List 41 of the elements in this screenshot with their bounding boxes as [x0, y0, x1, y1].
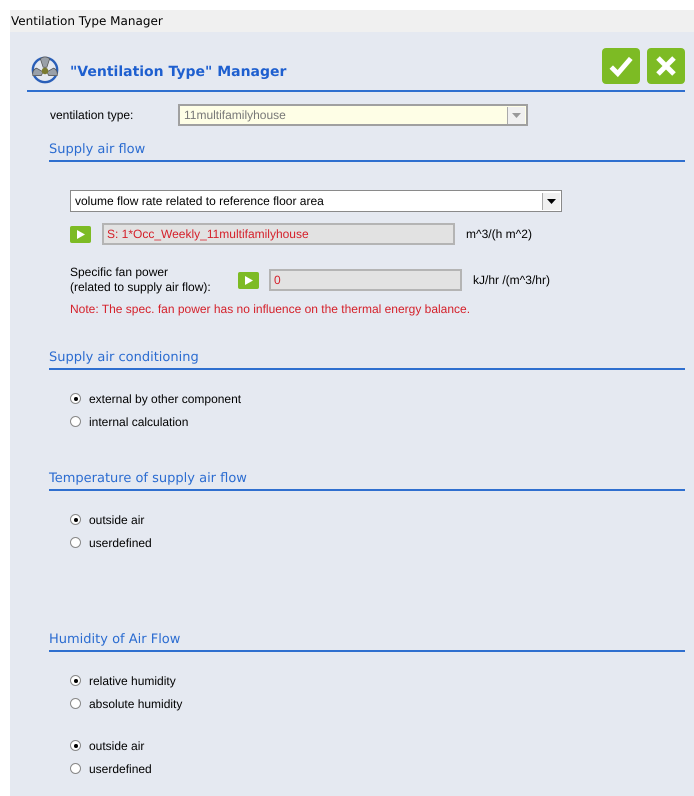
unit-label: kJ/hr /(m^3/hr): [473, 273, 550, 287]
option-label[interactable]: relative humidity: [89, 674, 176, 688]
radio-button[interactable]: [70, 416, 81, 427]
option-label[interactable]: outside air: [89, 738, 144, 752]
close-icon: [654, 54, 678, 78]
confirm-button[interactable]: [602, 48, 640, 84]
caret-icon: [512, 112, 521, 118]
option-label[interactable]: outside air: [89, 512, 144, 526]
manager-title: "Ventilation Type" Manager: [70, 64, 286, 80]
window-title: Ventilation Type Manager: [11, 14, 163, 28]
option-label[interactable]: external by other component: [89, 392, 242, 406]
fan-power-label: Specific fan power (related to supply air flow):: [70, 265, 212, 295]
schedule-field[interactable]: S: 1*Occ_Weekly_11multifamilyhouse: [102, 223, 455, 245]
ventilation-type-label: ventilation type:: [50, 108, 134, 122]
option-label[interactable]: internal calculation: [89, 414, 188, 428]
section-heading: Supply air flow: [49, 142, 685, 162]
section-heading: Humidity of Air Flow: [49, 632, 685, 652]
option-label[interactable]: absolute humidity: [89, 696, 182, 710]
option-label[interactable]: userdefined: [89, 762, 152, 776]
unit-label: m^3/(h m^2): [466, 227, 532, 241]
option-label[interactable]: userdefined: [89, 536, 152, 550]
fan-power-field[interactable]: 0: [269, 269, 462, 291]
note-text: Note: The spec. fan power has no influence on the thermal energy balance.: [70, 302, 472, 316]
radio-button[interactable]: [70, 675, 81, 686]
radio-button[interactable]: [70, 393, 81, 404]
radio-button[interactable]: [70, 537, 81, 548]
caret-icon: [547, 198, 556, 204]
cancel-button[interactable]: [647, 48, 685, 84]
fan-icon: [30, 54, 60, 86]
section-heading: Supply air conditioning: [49, 350, 685, 370]
radio-button[interactable]: [70, 514, 81, 525]
flow-mode-dropdown[interactable]: volume flow rate related to reference floor area: [70, 190, 562, 212]
section-heading: Temperature of supply air flow: [49, 471, 685, 491]
play-icon: [76, 230, 84, 238]
radio-button[interactable]: [70, 763, 81, 774]
radio-button[interactable]: [70, 698, 81, 709]
radio-button[interactable]: [70, 740, 81, 751]
play-button[interactable]: [238, 272, 259, 288]
ventilation-type-dropdown[interactable]: 11multifamilyhouse: [178, 104, 528, 126]
play-icon: [244, 276, 252, 284]
play-button[interactable]: [70, 226, 91, 242]
